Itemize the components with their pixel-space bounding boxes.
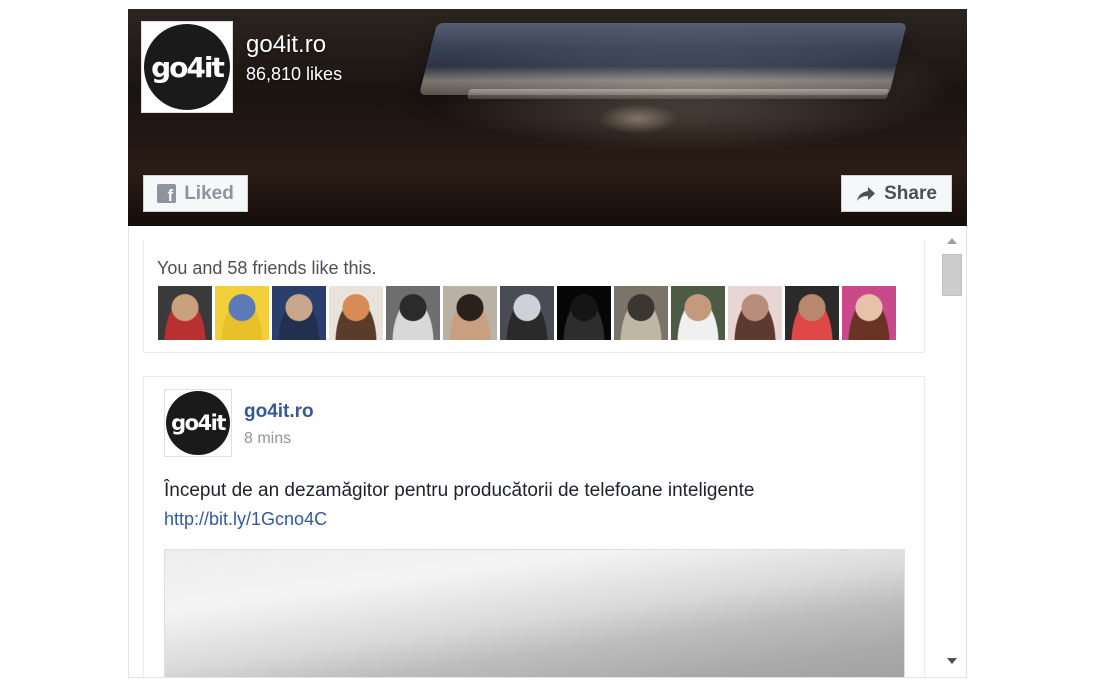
vertical-scrollbar[interactable]	[939, 226, 965, 677]
friend-avatar-11[interactable]	[728, 286, 782, 340]
friends-like-card: You and 58 friends like this.	[143, 240, 925, 353]
post-timestamp[interactable]: 8 mins	[244, 430, 291, 448]
share-button[interactable]: Share	[841, 175, 952, 212]
post-author-link[interactable]: go4it.ro	[244, 401, 314, 423]
post-image[interactable]	[164, 549, 905, 677]
friend-avatar-13[interactable]	[842, 286, 896, 340]
friend-avatar-7[interactable]	[500, 286, 554, 340]
page-profile-picture[interactable]: go4it	[141, 21, 233, 113]
page-cover[interactable]: go4it go4it.ro 86,810 likes f Liked Shar…	[128, 9, 967, 226]
liked-button-label: Liked	[184, 182, 234, 204]
friend-avatar-4[interactable]	[329, 286, 383, 340]
friend-avatar-10[interactable]	[671, 286, 725, 340]
friend-avatar-5[interactable]	[386, 286, 440, 340]
facebook-f-icon: f	[157, 184, 177, 204]
friend-avatar-2[interactable]	[215, 286, 269, 340]
share-button-label: Share	[884, 182, 937, 204]
friend-avatar-1[interactable]	[158, 286, 212, 340]
go4it-logo-small: go4it	[166, 391, 230, 455]
post-author-avatar[interactable]: go4it	[164, 389, 232, 457]
friends-like-text: You and 58 friends like this.	[157, 258, 377, 278]
scroll-up-arrow-icon[interactable]	[947, 238, 957, 244]
friend-avatar-12[interactable]	[785, 286, 839, 340]
friend-avatar-6[interactable]	[443, 286, 497, 340]
liked-button[interactable]: f Liked	[143, 175, 248, 212]
cover-photo-device-edge	[466, 89, 890, 99]
friend-avatar-3[interactable]	[272, 286, 326, 340]
go4it-logo: go4it	[144, 24, 230, 110]
post-text: Început de an dezamăgitor pentru producă…	[164, 480, 755, 501]
post-card: go4it go4it.ro 8 mins Început de an deza…	[143, 376, 925, 677]
post-link[interactable]: http://bit.ly/1Gcno4C	[164, 509, 327, 530]
page-likes-count: 86,810 likes	[246, 64, 343, 84]
cover-photo-device	[419, 23, 907, 95]
feed-scroll-area[interactable]: You and 58 friends like this. go4it go4i…	[128, 226, 967, 678]
cover-photo-glow	[598, 104, 678, 134]
page-name-link[interactable]: go4it.ro	[246, 31, 326, 59]
friend-avatar-8[interactable]	[557, 286, 611, 340]
scroll-down-arrow-icon[interactable]	[947, 658, 957, 664]
scroll-thumb[interactable]	[942, 254, 962, 296]
friend-avatar-9[interactable]	[614, 286, 668, 340]
share-arrow-icon	[857, 186, 876, 201]
friend-avatars-row	[158, 286, 896, 340]
